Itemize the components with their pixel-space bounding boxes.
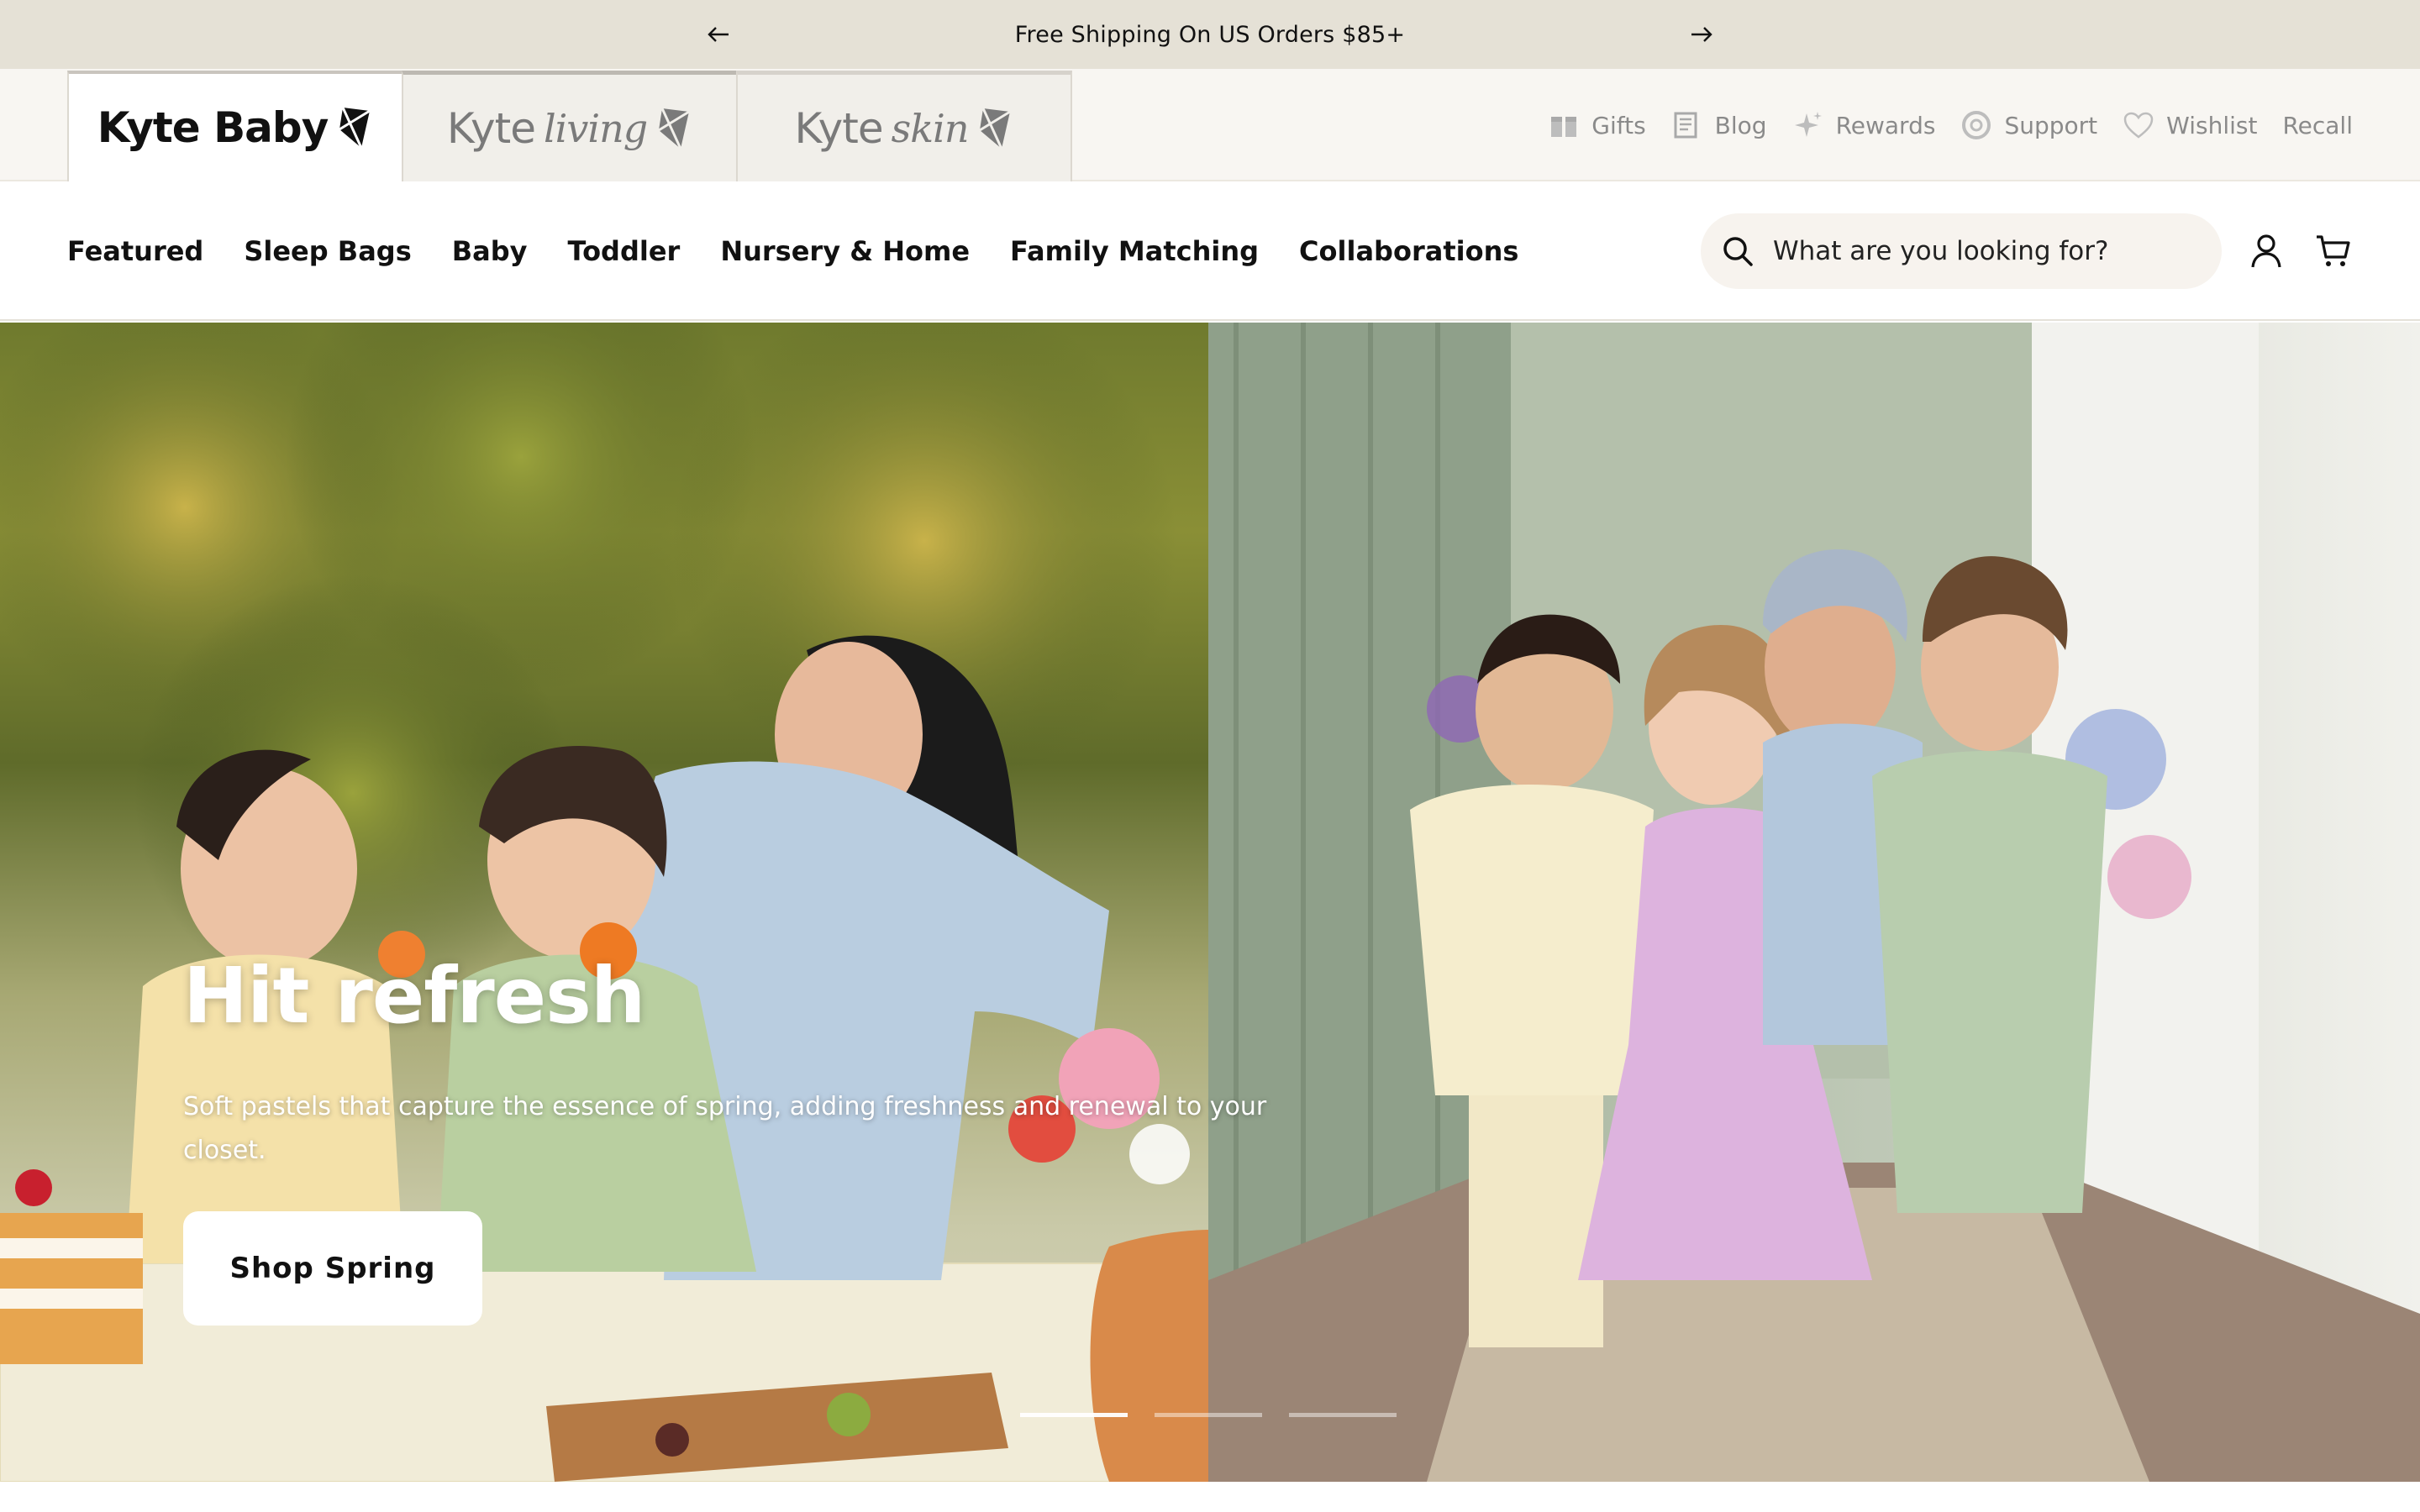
utility-link-wishlist[interactable]: Wishlist (2123, 109, 2257, 141)
carousel-dot-1[interactable] (1020, 1413, 1128, 1417)
shop-spring-button[interactable]: Shop Spring (183, 1211, 482, 1326)
kyte-living-logo: Kyte living (447, 104, 692, 153)
carousel-dot-3[interactable] (1289, 1413, 1397, 1417)
brand-script: skin (891, 105, 970, 151)
utility-link-blog[interactable]: Blog (1671, 109, 1767, 141)
kyte-skin-logo: Kyte skin (795, 104, 1014, 153)
lifebuoy-icon (1960, 109, 1992, 141)
picnic-scene-illustration (0, 323, 1208, 1482)
search-icon (1723, 237, 1753, 266)
brand-tab-kyte-living[interactable]: Kyte living (402, 71, 738, 181)
hero-image-kids (1208, 323, 2420, 1482)
brand-word: Kyte (446, 103, 536, 153)
utility-label: Wishlist (2166, 111, 2258, 139)
nav-link-featured[interactable]: Featured (67, 235, 203, 267)
search-bar (1701, 213, 2222, 289)
nav-link-family-matching[interactable]: Family Matching (1010, 235, 1259, 267)
kyte-baby-logo: Kyte Baby (97, 103, 374, 152)
utility-links: Gifts Blog Rewards Support Wishlist Reca… (1548, 69, 2353, 181)
utility-label: Blog (1714, 111, 1767, 139)
brand-word: Kyte Baby (97, 103, 329, 152)
utility-link-gifts[interactable]: Gifts (1548, 109, 1646, 141)
brand-switcher-row: Kyte Baby Kyte living Kyte skin Gifts Bl… (0, 69, 2420, 181)
nav-link-collaborations[interactable]: Collaborations (1299, 235, 1518, 267)
carousel-dot-2[interactable] (1155, 1413, 1262, 1417)
account-button[interactable] (2245, 230, 2287, 272)
announcement-next-button[interactable] (1686, 18, 1718, 50)
search-input[interactable] (1773, 236, 2176, 266)
hero-image-picnic (0, 323, 1208, 1482)
kids-fence-illustration (1208, 323, 2420, 1482)
kite-logo-icon (979, 107, 1012, 150)
sparkle-icon (1792, 109, 1824, 141)
utility-label: Recall (2282, 111, 2353, 139)
announcement-text: Free Shipping On US Orders $85+ (1014, 21, 1406, 48)
blog-icon (1671, 109, 1703, 141)
hero-title: Hit refresh (183, 951, 645, 1041)
nav-link-baby[interactable]: Baby (452, 235, 528, 267)
brand-tab-kyte-skin[interactable]: Kyte skin (736, 71, 1072, 181)
user-icon (2251, 234, 2281, 268)
announcement-bar: Free Shipping On US Orders $85+ (0, 0, 2420, 69)
hero-carousel: Hit refresh Soft pastels that capture th… (0, 323, 2420, 1482)
cart-button[interactable] (2312, 230, 2354, 272)
kite-logo-icon (339, 107, 371, 149)
gift-icon (1548, 109, 1580, 141)
brand-script: living (543, 105, 648, 151)
carousel-pagination (1020, 1413, 1397, 1417)
utility-link-rewards[interactable]: Rewards (1792, 109, 1936, 141)
cart-icon (2317, 235, 2350, 266)
arrow-left-icon (708, 27, 729, 42)
utility-label: Rewards (1835, 111, 1936, 139)
category-nav: Featured Sleep Bags Baby Toddler Nursery… (67, 181, 1518, 321)
main-navigation: Featured Sleep Bags Baby Toddler Nursery… (0, 181, 2420, 321)
kite-logo-icon (658, 107, 690, 150)
heart-icon (2123, 109, 2154, 141)
utility-link-recall[interactable]: Recall (2282, 112, 2353, 139)
nav-link-nursery-home[interactable]: Nursery & Home (720, 235, 970, 267)
utility-link-support[interactable]: Support (1960, 109, 2097, 141)
nav-link-sleep-bags[interactable]: Sleep Bags (244, 235, 411, 267)
utility-label: Gifts (1591, 111, 1646, 139)
brand-word: Kyte (794, 103, 884, 153)
utility-label: Support (2004, 111, 2098, 139)
nav-link-toddler[interactable]: Toddler (567, 235, 680, 267)
arrow-right-icon (1691, 27, 1712, 42)
brand-tab-kyte-baby[interactable]: Kyte Baby (67, 71, 403, 181)
announcement-prev-button[interactable] (702, 18, 734, 50)
hero-subtitle: Soft pastels that capture the essence of… (183, 1092, 1267, 1165)
